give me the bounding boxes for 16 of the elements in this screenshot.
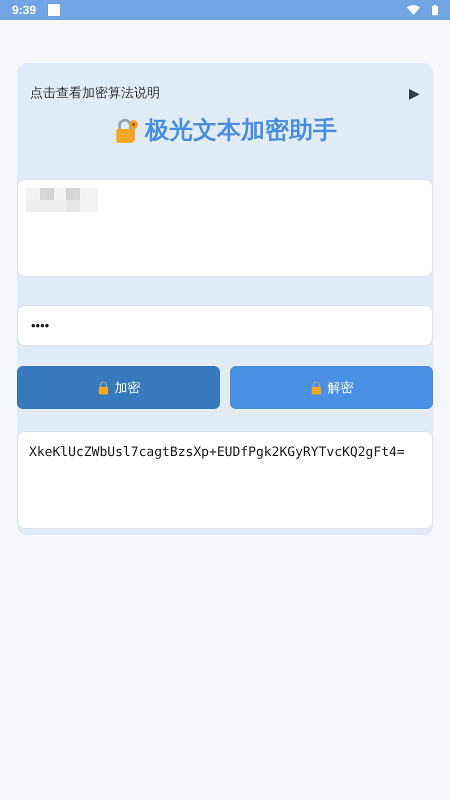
message-input[interactable]: [17, 179, 433, 277]
status-time: 9:39: [12, 2, 36, 19]
password-value: ••••: [31, 316, 50, 335]
battery-icon: [432, 4, 438, 16]
expand-arrow: ▶: [409, 84, 420, 102]
padlock-icon: [310, 380, 324, 396]
wifi-icon: [407, 5, 420, 15]
output-field[interactable]: XkeKlUcZWbUsl7cagtBzsXp+EUDfPgk2KGyRYTvcKQ2gFt4=: [17, 431, 433, 529]
padlock-icon: [96, 380, 110, 396]
help-toggle[interactable]: 点击查看加密算法说明 ▶: [17, 63, 433, 109]
encrypted-text: XkeKlUcZWbUsl7cagtBzsXp+EUDfPgk2KGyRYTvcKQ2gFt4=: [29, 445, 405, 460]
password-field[interactable]: ••••: [17, 305, 433, 346]
notification-icon: [48, 4, 60, 16]
help-label: 点击查看加密算法说明: [30, 84, 160, 102]
app-title: 极光文本加密助手: [145, 116, 337, 146]
encrypt-button[interactable]: 加密: [17, 366, 220, 409]
